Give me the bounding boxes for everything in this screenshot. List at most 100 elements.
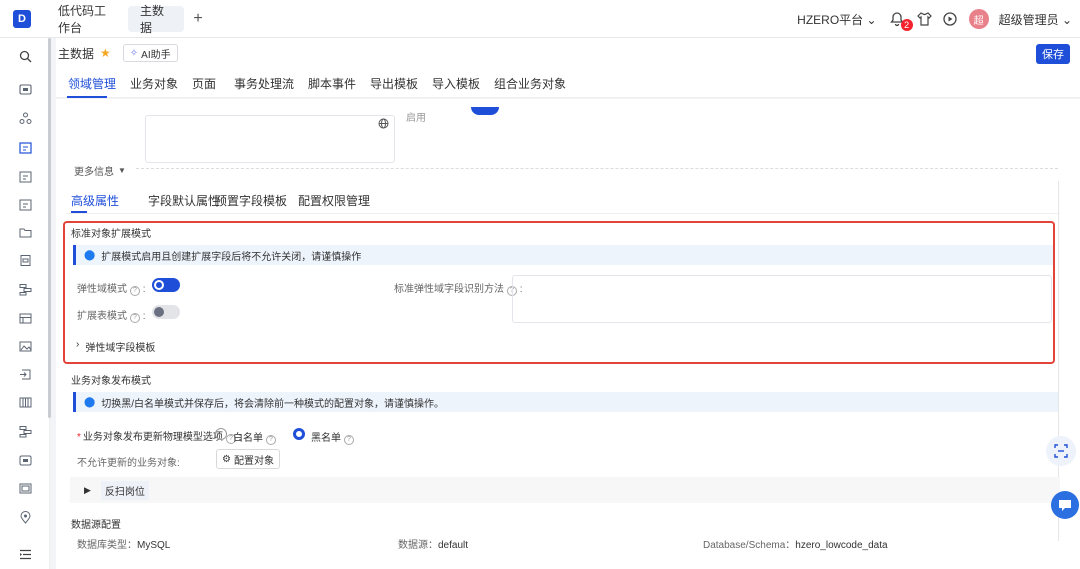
shirt-icon[interactable] bbox=[916, 11, 933, 27]
notification-count-badge: 2 bbox=[900, 19, 913, 31]
tab-permission-config[interactable]: 配置权限管理 bbox=[298, 192, 370, 209]
elastic-mode-switch[interactable] bbox=[152, 278, 180, 292]
disallow-update-label: 不允许更新的业务对象: bbox=[77, 458, 180, 469]
sub-tab-divider bbox=[66, 213, 1060, 214]
sub-tabs: 高级属性 字段默认属性 预置字段模板 配置权限管理 bbox=[70, 192, 1060, 212]
blacklist-option[interactable]: 黑名单? bbox=[311, 429, 354, 445]
table-icon[interactable] bbox=[17, 310, 33, 326]
tab-advanced-properties[interactable]: 高级属性 bbox=[71, 192, 119, 209]
notification-bell-icon[interactable]: 2 bbox=[887, 9, 913, 31]
help-icon[interactable]: ? bbox=[344, 435, 354, 445]
datasource-field: 数据源：default bbox=[398, 536, 468, 551]
caret-down-icon: ▼ bbox=[118, 166, 126, 175]
platform-selector[interactable]: HZERO平台 ⌄ bbox=[797, 11, 876, 28]
description-textarea[interactable] bbox=[145, 115, 395, 163]
platform-label: HZERO平台 bbox=[797, 12, 864, 27]
db-type-label: 数据库类型： bbox=[77, 540, 137, 551]
elastic-mode-text: 弹性域模式 bbox=[77, 284, 127, 295]
tab-preset-field-template[interactable]: 预置字段模板 bbox=[215, 192, 287, 209]
whitelist-option[interactable]: 白名单? bbox=[233, 429, 276, 445]
tab-script-event[interactable]: 脚本事件 bbox=[308, 75, 356, 92]
folder-icon[interactable] bbox=[17, 224, 33, 240]
collapse-tag: 反扫岗位 bbox=[100, 480, 149, 500]
tab-export-template[interactable]: 导出模板 bbox=[370, 75, 418, 92]
apps-icon[interactable] bbox=[17, 110, 33, 126]
scan-icon[interactable] bbox=[1046, 436, 1076, 466]
location-pin-icon: ⬤ bbox=[84, 396, 96, 408]
switch-knob bbox=[154, 307, 164, 317]
divider bbox=[136, 168, 1058, 169]
search-icon[interactable] bbox=[17, 48, 33, 64]
tab-field-default-properties[interactable]: 字段默认属性 bbox=[148, 192, 220, 209]
db-type-value: MySQL bbox=[137, 540, 171, 551]
tab-import-template[interactable]: 导入模板 bbox=[432, 75, 480, 92]
blacklist-radio[interactable] bbox=[293, 428, 305, 440]
ai-assistant-button[interactable]: ✧ AI助手 bbox=[122, 44, 178, 62]
collapse-panel[interactable]: ▶ 反扫岗位 bbox=[70, 477, 1060, 503]
save-button[interactable]: 保存 bbox=[1036, 44, 1070, 64]
home-icon[interactable] bbox=[17, 81, 33, 97]
elastic-template-label: 弹性域字段模板 bbox=[85, 343, 156, 354]
extension-table-label: 扩展表模式? : bbox=[77, 311, 146, 323]
calendar-icon[interactable] bbox=[17, 168, 33, 184]
page-title: 主数据 bbox=[58, 46, 95, 61]
publish-alert-text: 切换黑/白名单模式并保存后，将会清除前一种模式的配置对象，请谨慎操作。 bbox=[101, 398, 444, 410]
image-icon[interactable] bbox=[17, 480, 33, 496]
help-icon[interactable]: ? bbox=[130, 313, 140, 323]
add-tab-button[interactable]: + bbox=[188, 9, 208, 29]
file-icon[interactable] bbox=[17, 252, 33, 268]
required-mark: * bbox=[77, 432, 81, 443]
logo-mark: D bbox=[13, 9, 31, 28]
app-logo[interactable]: D bbox=[0, 0, 44, 38]
layers-icon[interactable] bbox=[17, 423, 33, 439]
identify-method-text: 标准弹性域字段识别方法 bbox=[394, 284, 504, 295]
elastic-template-expander[interactable]: › 弹性域字段模板 bbox=[76, 339, 155, 354]
tab-domain-management[interactable]: 领域管理 bbox=[68, 75, 116, 92]
more-info-toggle[interactable]: 更多信息 ▼ bbox=[74, 163, 126, 178]
enabled-label: 启用 bbox=[406, 113, 426, 124]
ai-icon: ✧ bbox=[129, 47, 139, 59]
schema-label: Database/Schema： bbox=[703, 540, 796, 551]
switch-knob bbox=[154, 280, 164, 290]
ai-assistant-label: AI助手 bbox=[141, 49, 171, 61]
location-icon[interactable] bbox=[17, 509, 33, 525]
identify-method-textarea[interactable] bbox=[512, 275, 1052, 323]
whitelist-label: 白名单 bbox=[233, 433, 263, 444]
whitelist-radio[interactable] bbox=[215, 428, 227, 440]
tab-business-object[interactable]: 业务对象 bbox=[130, 75, 178, 92]
caret-right-icon: ▶ bbox=[84, 484, 91, 495]
rail-scrollbar[interactable] bbox=[48, 38, 51, 418]
tab-page[interactable]: 页面 bbox=[192, 75, 216, 92]
calendar-icon[interactable] bbox=[17, 196, 33, 212]
chevron-right-icon: › bbox=[76, 339, 80, 350]
tab-composite-business-object[interactable]: 组合业务对象 bbox=[494, 75, 566, 92]
globe-icon[interactable] bbox=[378, 118, 389, 132]
monitor-icon[interactable] bbox=[17, 452, 33, 468]
config-object-button[interactable]: ⚙ 配置对象 bbox=[216, 449, 280, 469]
calendar-icon[interactable] bbox=[17, 139, 33, 155]
main-tabs: 领域管理 业务对象 页面 事务处理流 脚本事件 导出模板 导入模板 组合业务对象 bbox=[56, 68, 1080, 98]
help-icon[interactable]: ? bbox=[266, 435, 276, 445]
publish-option-text: 业务对象发布更新物理模型选项 bbox=[82, 432, 223, 443]
help-icon[interactable]: ? bbox=[130, 286, 140, 296]
extension-table-switch[interactable] bbox=[152, 305, 180, 319]
image-icon[interactable] bbox=[17, 338, 33, 354]
menu-icon[interactable] bbox=[17, 546, 33, 562]
top-tab-master-data[interactable]: 主数据 bbox=[128, 4, 184, 35]
top-tab-lowcode[interactable]: 低代码工作台 bbox=[46, 4, 126, 35]
user-name: 超级管理员 bbox=[998, 12, 1059, 27]
page-header: 主数据 ★ ✧ AI助手 保存 bbox=[56, 38, 1080, 68]
extension-alert-text: 扩展模式启用且创建扩展字段后将不允许关闭，请谨慎操作 bbox=[101, 251, 362, 263]
chat-assistant-icon[interactable] bbox=[1051, 491, 1079, 519]
user-menu[interactable]: 超级管理员 ⌄ bbox=[999, 11, 1072, 28]
grid-icon[interactable] bbox=[17, 394, 33, 410]
user-avatar[interactable]: 超 bbox=[968, 9, 989, 29]
layers-icon[interactable] bbox=[17, 281, 33, 297]
star-icon[interactable]: ★ bbox=[100, 46, 111, 60]
tab-transaction-flow[interactable]: 事务处理流 bbox=[234, 75, 294, 92]
enabled-switch[interactable] bbox=[471, 107, 499, 115]
import-icon[interactable] bbox=[17, 366, 33, 382]
publish-alert: ⬤ 切换黑/白名单模式并保存后，将会清除前一种模式的配置对象，请谨慎操作。 bbox=[73, 392, 1058, 412]
db-type-field: 数据库类型：MySQL bbox=[77, 536, 170, 551]
play-icon[interactable] bbox=[942, 11, 959, 27]
